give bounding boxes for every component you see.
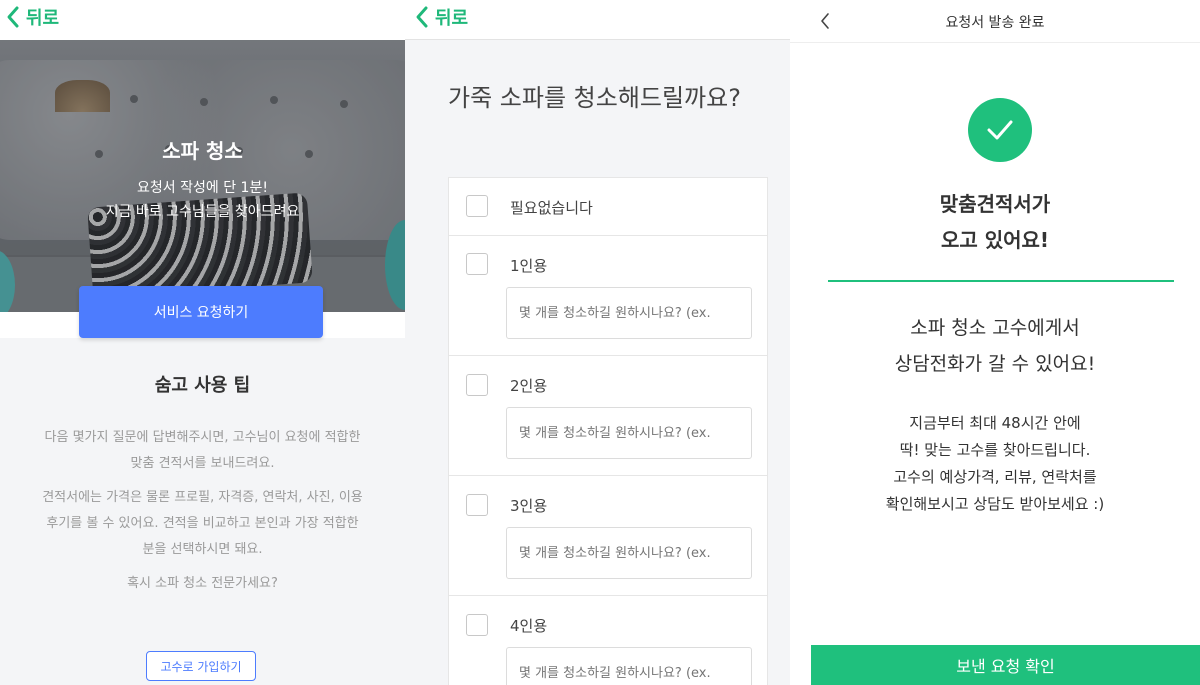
info-line: 딱! 맞는 고수를 찾아드립니다. (899, 441, 1091, 459)
tips-question: 혹시 소파 청소 전문가세요? (127, 576, 278, 591)
hero-title: 소파 청소 (162, 139, 243, 163)
option-label: 3인용 (510, 497, 548, 515)
page-title: 요청서 발송 완료 (945, 15, 1045, 31)
question-screen: 뒤로 가죽 소파를 청소해드릴까요? 필요없습니다 1인용 2인용 3인용 4인… (405, 0, 790, 685)
option-row[interactable]: 1인용 (449, 236, 767, 356)
quantity-input[interactable] (506, 647, 752, 685)
tips-line: 분을 선택하시면 돼요. (142, 542, 263, 557)
top-bar: 뒤로 (0, 0, 405, 40)
tips-paragraph: 견적서에는 가격은 물론 프로필, 자격증, 연락처, 사진, 이용 후기를 볼… (12, 485, 393, 563)
service-intro-screen: 뒤로 소파 청소 요청서 작성에 단 1분! 지금 바로 고수님들을 찾아드려요… (0, 0, 405, 685)
option-label: 필요없습니다 (510, 199, 593, 217)
option-row[interactable]: 4인용 (449, 596, 767, 685)
back-label: 뒤로 (435, 8, 469, 29)
option-label: 2인용 (510, 377, 548, 395)
option-checkbox[interactable] (466, 614, 488, 636)
options-card: 필요없습니다 1인용 2인용 3인용 4인용 (448, 177, 768, 685)
question-title: 가죽 소파를 청소해드릴까요? (448, 84, 741, 112)
request-sent-screen: 요청서 발송 완료 맞춤견적서가 오고 있어요! 소파 청소 고수에게서 상담전… (790, 0, 1200, 685)
tips-line: 후기를 볼 수 있어요. 견적을 비교하고 본인과 가장 적합한 (46, 516, 359, 531)
done-heading-line: 맞춤견적서가 (939, 192, 1051, 216)
call-notice: 소파 청소 고수에게서 상담전화가 갈 수 있어요! (790, 310, 1200, 382)
tips-paragraph: 다음 몇가지 질문에 답변해주시면, 고수님이 요청에 적합한 맞춤 견적서를 … (12, 425, 393, 477)
option-checkbox[interactable] (466, 374, 488, 396)
hero-subtitle: 요청서 작성에 단 1분! 지금 바로 고수님들을 찾아드려요 (0, 176, 405, 224)
option-checkbox[interactable] (466, 195, 488, 217)
call-notice-line: 소파 청소 고수에게서 (910, 317, 1080, 339)
option-row[interactable]: 3인용 (449, 476, 767, 596)
hero-subtitle-line: 요청서 작성에 단 1분! (137, 180, 268, 196)
back-button[interactable]: 뒤로 (415, 4, 468, 30)
done-heading-line: 오고 있어요! (940, 228, 1050, 252)
info-line: 고수의 예상가격, 리뷰, 연락처를 (893, 468, 1097, 486)
call-notice-line: 상담전화가 갈 수 있어요! (894, 353, 1096, 375)
back-button[interactable]: 뒤로 (6, 4, 59, 30)
hero-subtitle-line: 지금 바로 고수님들을 찾아드려요 (105, 204, 300, 220)
quantity-input[interactable] (506, 287, 752, 339)
option-row[interactable]: 필요없습니다 (449, 178, 767, 236)
quantity-input[interactable] (506, 527, 752, 579)
done-heading: 맞춤견적서가 오고 있어요! (790, 186, 1200, 258)
info-line: 지금부터 최대 48시간 안에 (909, 414, 1081, 432)
success-check-icon (968, 98, 1032, 162)
tips-line: 다음 몇가지 질문에 답변해주시면, 고수님이 요청에 적합한 (44, 430, 361, 445)
tips-line: 맞춤 견적서를 보내드려요. (130, 456, 275, 471)
back-label: 뒤로 (26, 8, 60, 29)
usage-tips-section: 숨고 사용 팁 다음 몇가지 질문에 답변해주시면, 고수님이 요청에 적합한 … (0, 338, 405, 685)
option-checkbox[interactable] (466, 494, 488, 516)
option-row[interactable]: 2인용 (449, 356, 767, 476)
info-text: 지금부터 최대 48시간 안에 딱! 맞는 고수를 찾아드립니다. 고수의 예상… (790, 410, 1200, 518)
top-bar: 뒤로 (405, 0, 790, 40)
info-line: 확인해보시고 상담도 받아보세요 :) (885, 495, 1105, 513)
chevron-left-icon (7, 6, 19, 28)
request-service-button[interactable]: 서비스 요청하기 (79, 286, 323, 338)
top-bar: 요청서 발송 완료 (790, 0, 1200, 43)
join-as-pro-button[interactable]: 고수로 가입하기 (146, 651, 256, 681)
divider (828, 280, 1174, 282)
view-sent-request-button[interactable]: 보낸 요청 확인 (811, 645, 1200, 685)
tips-line: 견적서에는 가격은 물론 프로필, 자격증, 연락처, 사진, 이용 (42, 490, 363, 505)
chevron-left-icon (416, 6, 428, 28)
tips-title: 숨고 사용 팁 (154, 375, 251, 396)
option-checkbox[interactable] (466, 253, 488, 275)
option-label: 4인용 (510, 617, 548, 635)
quantity-input[interactable] (506, 407, 752, 459)
option-label: 1인용 (510, 257, 548, 275)
